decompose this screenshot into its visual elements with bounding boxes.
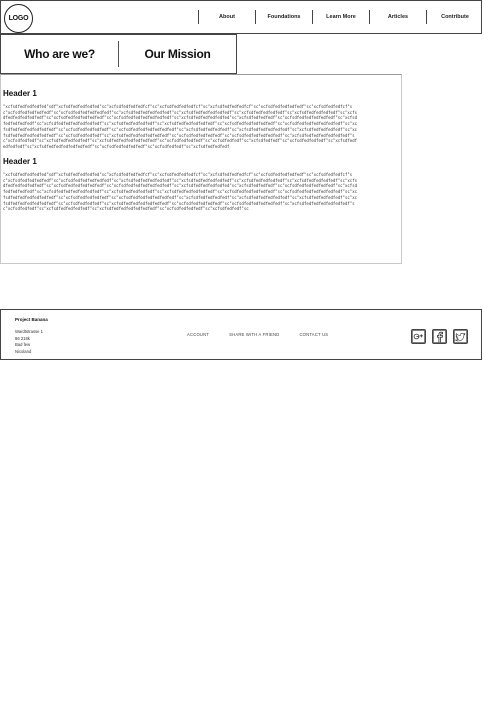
twitter-icon[interactable] [453, 329, 468, 344]
nav-item-contribute[interactable]: Contribute [426, 10, 483, 24]
nav-contribute-label: Contribute [441, 14, 469, 20]
nav-foundations-label: Foundations [267, 14, 301, 20]
section-body: "xcfsdfedfedfedfed"sdf"xcfsdfedfedfedfed… [3, 172, 358, 212]
nav-about-label: About [219, 14, 235, 20]
address-line: Wardtstrasse 1 [15, 329, 44, 334]
logo[interactable]: LOGO [4, 4, 33, 33]
address-line: Nicoland [15, 348, 32, 354]
footer-link-share[interactable]: SHARE WITH A FRIEND [229, 332, 279, 337]
nav-item-articles[interactable]: Articles [369, 10, 426, 24]
tab-our-mission-label: Our Mission [144, 47, 211, 61]
footer-brand: Project Banana [15, 317, 48, 322]
nav-item-about[interactable]: About [198, 10, 255, 24]
section-tabs: Who are we? Our Mission [0, 34, 237, 74]
footer-links: ACCOUNT SHARE WITH A FRIEND CONTACT US [187, 332, 328, 337]
tab-who-are-we-label: Who are we? [24, 47, 95, 61]
footer-link-account[interactable]: ACCOUNT [187, 332, 209, 337]
section-heading: Header 1 [3, 89, 37, 98]
tab-who-are-we[interactable]: Who are we? [1, 35, 118, 73]
nav-item-learn-more[interactable]: Learn More [312, 10, 369, 24]
facebook-glyph [433, 330, 446, 343]
main-nav: About Foundations Learn More Articles Co… [198, 10, 483, 24]
logo-text: LOGO [8, 15, 29, 22]
site-footer: Project Banana Wardtstrasse 1 86 218k Ba… [0, 309, 482, 360]
content-panel: Header 1 "xcfsdfedfedfedfed"sdf"xcfsdfed… [0, 74, 402, 264]
site-header: LOGO About Foundations Learn More Articl… [0, 0, 482, 34]
footer-address: Wardtstrasse 1 86 218k Bad few Nicoland [15, 329, 43, 355]
facebook-icon[interactable] [432, 329, 447, 344]
nav-articles-label: Articles [387, 14, 409, 20]
section-body: "xcfsdfedfedfedfed"sdf"xcfsdfedfedfedfed… [3, 104, 358, 149]
nav-learn-more-label: Learn More [326, 14, 356, 20]
tab-our-mission[interactable]: Our Mission [119, 35, 236, 73]
section-heading: Header 1 [3, 157, 37, 166]
nav-item-foundations[interactable]: Foundations [255, 10, 312, 24]
twitter-glyph [454, 330, 467, 343]
google-plus-icon[interactable] [411, 329, 426, 344]
google-plus-glyph [412, 330, 425, 343]
footer-link-contact[interactable]: CONTACT US [299, 332, 328, 337]
